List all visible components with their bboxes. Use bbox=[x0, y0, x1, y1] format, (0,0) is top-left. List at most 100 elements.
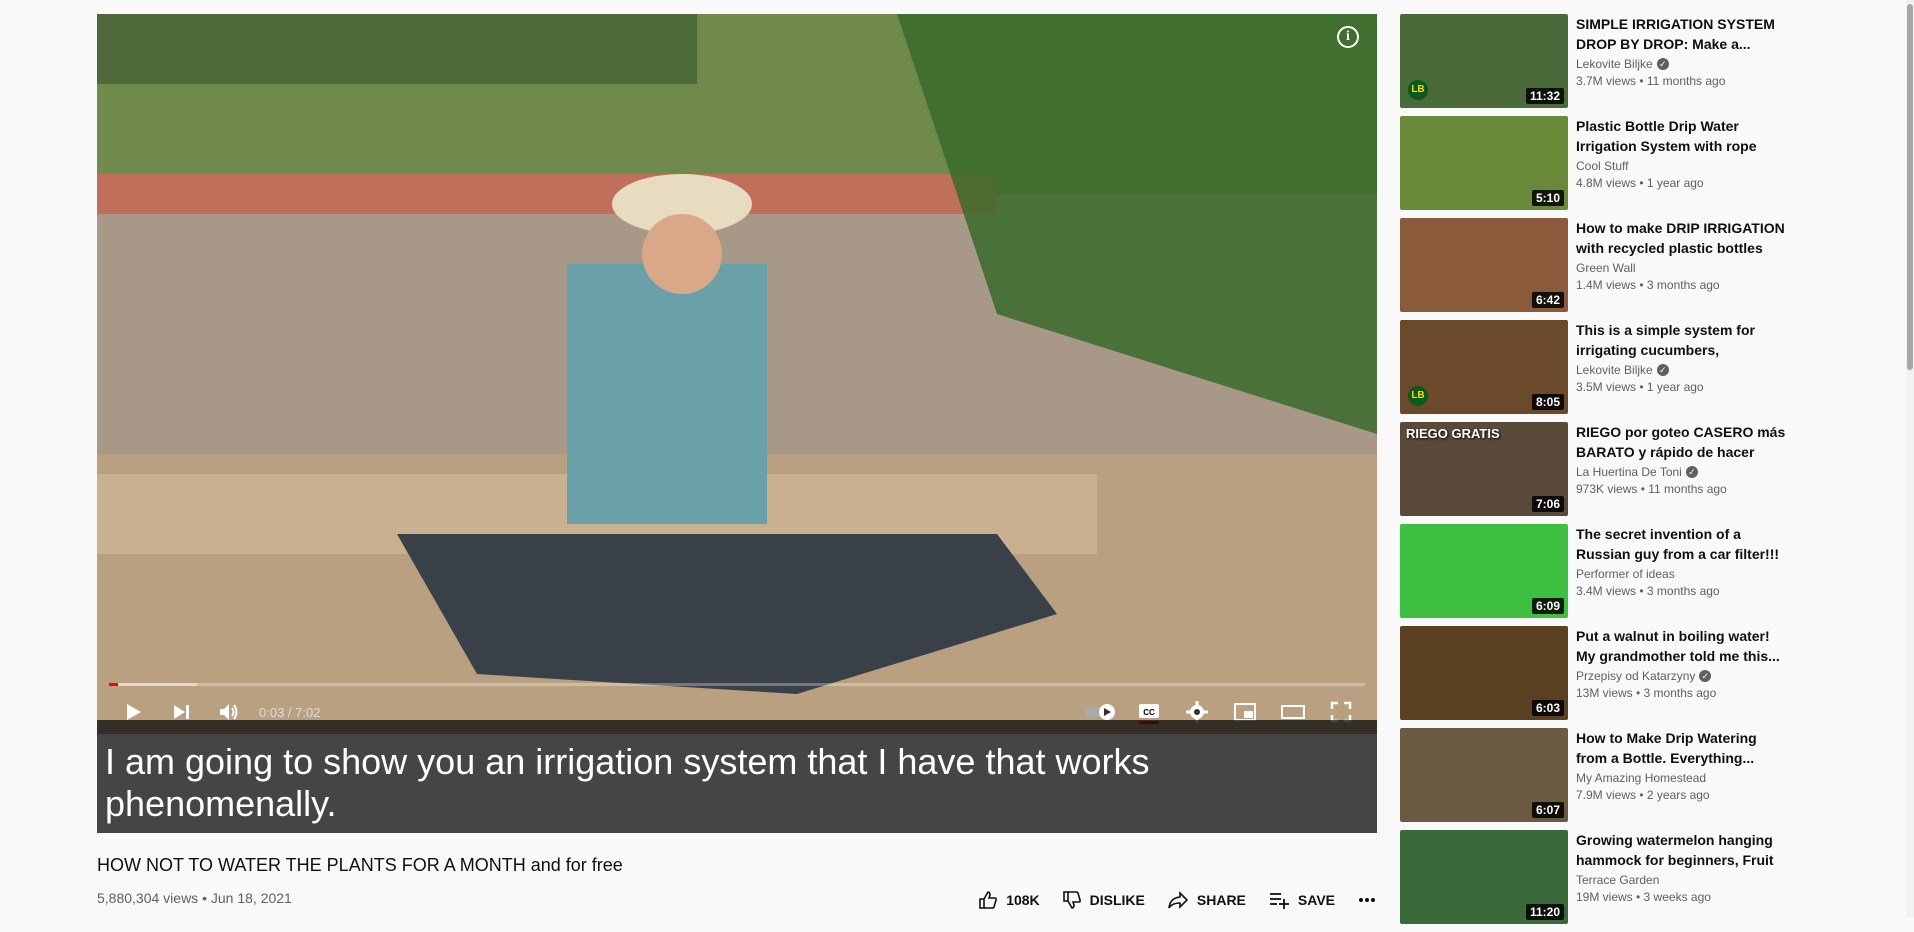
recommendation-info: SIMPLE IRRIGATION SYSTEM DROP BY DROP: M… bbox=[1576, 14, 1786, 116]
more-actions-icon[interactable] bbox=[1357, 890, 1377, 910]
share-button[interactable]: SHARE bbox=[1167, 890, 1246, 910]
recommendations-list: LB 11:32 SIMPLE IRRIGATION SYSTEM DROP B… bbox=[1400, 14, 1800, 932]
recommendation-thumbnail[interactable]: LB 8:05 bbox=[1400, 320, 1568, 414]
recommendation-item[interactable]: 6:07 How to Make Drip Watering from a Bo… bbox=[1400, 728, 1800, 830]
recommendation-info: RIEGO por goteo CASERO más BARATO y rápi… bbox=[1576, 422, 1786, 524]
recommendation-channel[interactable]: Cool Stuff bbox=[1576, 159, 1786, 173]
recommendation-title[interactable]: Put a walnut in boiling water! My grandm… bbox=[1576, 626, 1786, 666]
channel-name: Terrace Garden bbox=[1576, 873, 1660, 887]
save-button[interactable]: SAVE bbox=[1268, 890, 1335, 910]
duration-badge: 6:07 bbox=[1531, 802, 1564, 818]
recommendation-item[interactable]: 5:10 Plastic Bottle Drip Water Irrigatio… bbox=[1400, 116, 1800, 218]
channel-name: La Huertina De Toni bbox=[1576, 465, 1682, 479]
playlist-add-icon bbox=[1269, 893, 1289, 909]
recommendation-item[interactable]: RIEGO GRATIS 7:06 RIEGO por goteo CASERO… bbox=[1400, 422, 1800, 524]
recommendation-stats: 19M views • 3 weeks ago bbox=[1576, 890, 1711, 904]
dislike-label: DISLIKE bbox=[1089, 892, 1145, 908]
share-icon bbox=[1168, 891, 1189, 909]
progress-bar[interactable] bbox=[109, 683, 1365, 686]
recommendation-info: Put a walnut in boiling water! My grandm… bbox=[1576, 626, 1786, 728]
recommendation-stats: 7.9M views • 2 years ago bbox=[1576, 788, 1710, 802]
video-player[interactable]: i 0:03 / 7:02 CC bbox=[97, 14, 1377, 734]
recommendation-info: The secret invention of a Russian guy fr… bbox=[1576, 524, 1786, 626]
recommendation-thumbnail[interactable]: LB 11:32 bbox=[1400, 14, 1568, 108]
progress-fill bbox=[109, 683, 118, 686]
channel-name: Green Wall bbox=[1576, 261, 1636, 275]
recommendation-channel[interactable]: Terrace Garden bbox=[1576, 873, 1786, 887]
channel-name: Lekovite Biljke bbox=[1576, 57, 1653, 71]
view-count: 5,880,304 views bbox=[97, 890, 199, 906]
verified-icon: ✓ bbox=[1656, 364, 1669, 376]
duration: 7:02 bbox=[295, 704, 321, 720]
verified-icon: ✓ bbox=[1656, 58, 1669, 70]
recommendation-stats: 3.7M views • 11 months ago bbox=[1576, 74, 1726, 88]
recommendation-thumbnail[interactable]: 5:10 bbox=[1400, 116, 1568, 210]
duration-badge: 7:06 bbox=[1531, 496, 1564, 512]
channel-badge: LB bbox=[1408, 386, 1428, 406]
channel-name: Cool Stuff bbox=[1576, 159, 1629, 173]
recommendation-channel[interactable]: La Huertina De Toni ✓ bbox=[1576, 465, 1786, 479]
scrollbar-thumb[interactable] bbox=[1907, 4, 1913, 370]
progress-buffer bbox=[109, 683, 197, 686]
action-bar: 108K DISLIKE SHARE SAVE bbox=[978, 890, 1377, 910]
recommendation-channel[interactable]: Lekovite Biljke ✓ bbox=[1576, 57, 1786, 71]
recommendation-channel[interactable]: Lekovite Biljke ✓ bbox=[1576, 363, 1786, 377]
duration-badge: 11:20 bbox=[1525, 904, 1564, 920]
recommendation-stats: 1.4M views • 3 months ago bbox=[1576, 278, 1720, 292]
like-button[interactable]: 108K bbox=[978, 890, 1040, 910]
like-count: 108K bbox=[1006, 892, 1040, 908]
time-separator: / bbox=[284, 704, 296, 720]
recommendation-title[interactable]: The secret invention of a Russian guy fr… bbox=[1576, 524, 1786, 564]
recommendation-title[interactable]: Growing watermelon hanging hammock for b… bbox=[1576, 830, 1786, 870]
recommendation-thumbnail[interactable]: 11:20 bbox=[1400, 830, 1568, 924]
upload-date: Jun 18, 2021 bbox=[210, 890, 292, 906]
recommendation-stats: 973K views • 11 months ago bbox=[1576, 482, 1727, 496]
recommendation-channel[interactable]: Performer of ideas bbox=[1576, 567, 1786, 581]
recommendation-title[interactable]: How to make DRIP IRRIGATION with recycle… bbox=[1576, 218, 1786, 258]
info-icon[interactable]: i bbox=[1337, 26, 1359, 48]
thumbs-down-icon bbox=[1062, 891, 1081, 909]
recommendation-thumbnail[interactable]: RIEGO GRATIS 7:06 bbox=[1400, 422, 1568, 516]
scrollbar[interactable] bbox=[1906, 0, 1914, 917]
recommendation-channel[interactable]: Przepisy od Katarzyny ✓ bbox=[1576, 669, 1786, 683]
channel-name: My Amazing Homestead bbox=[1576, 771, 1707, 785]
video-title: HOW NOT TO WATER THE PLANTS FOR A MONTH … bbox=[97, 855, 623, 875]
video-meta: 5,880,304 views • Jun 18, 2021 bbox=[97, 890, 292, 906]
channel-name: Performer of ideas bbox=[1576, 567, 1675, 581]
dislike-button[interactable]: DISLIKE bbox=[1062, 890, 1145, 910]
recommendation-thumbnail[interactable]: 6:42 bbox=[1400, 218, 1568, 312]
svg-text:CC: CC bbox=[1143, 708, 1155, 717]
recommendation-item[interactable]: 6:03 Put a walnut in boiling water! My g… bbox=[1400, 626, 1800, 728]
caption-text: I am going to show you an irrigation sys… bbox=[97, 720, 1377, 833]
video-frame[interactable] bbox=[97, 14, 1377, 734]
recommendation-stats: 4.8M views • 1 year ago bbox=[1576, 176, 1704, 190]
thumbs-up-icon bbox=[979, 891, 998, 909]
recommendation-info: Plastic Bottle Drip Water Irrigation Sys… bbox=[1576, 116, 1786, 218]
recommendation-title[interactable]: This is a simple system for irrigating c… bbox=[1576, 320, 1786, 360]
recommendation-thumbnail[interactable]: 6:07 bbox=[1400, 728, 1568, 822]
recommendation-item[interactable]: LB 8:05 This is a simple system for irri… bbox=[1400, 320, 1800, 422]
duration-badge: 6:03 bbox=[1531, 700, 1564, 716]
recommendation-channel[interactable]: Green Wall bbox=[1576, 261, 1786, 275]
duration-badge: 5:10 bbox=[1531, 190, 1564, 206]
recommendation-thumbnail[interactable]: 6:09 bbox=[1400, 524, 1568, 618]
recommendation-info: How to make DRIP IRRIGATION with recycle… bbox=[1576, 218, 1786, 320]
recommendation-channel[interactable]: My Amazing Homestead bbox=[1576, 771, 1786, 785]
recommendation-info: This is a simple system for irrigating c… bbox=[1576, 320, 1786, 422]
duration-badge: 6:42 bbox=[1531, 292, 1564, 308]
channel-badge: LB bbox=[1408, 80, 1428, 100]
verified-icon: ✓ bbox=[1699, 670, 1712, 682]
recommendation-item[interactable]: LB 11:32 SIMPLE IRRIGATION SYSTEM DROP B… bbox=[1400, 14, 1800, 116]
recommendation-title[interactable]: SIMPLE IRRIGATION SYSTEM DROP BY DROP: M… bbox=[1576, 14, 1786, 54]
duration-badge: 6:09 bbox=[1531, 598, 1564, 614]
current-time: 0:03 bbox=[259, 704, 285, 720]
recommendation-title[interactable]: RIEGO por goteo CASERO más BARATO y rápi… bbox=[1576, 422, 1786, 462]
share-label: SHARE bbox=[1196, 892, 1246, 908]
recommendation-title[interactable]: How to Make Drip Watering from a Bottle.… bbox=[1576, 728, 1786, 768]
recommendation-item[interactable]: 6:42 How to make DRIP IRRIGATION with re… bbox=[1400, 218, 1800, 320]
recommendation-title[interactable]: Plastic Bottle Drip Water Irrigation Sys… bbox=[1576, 116, 1786, 156]
duration-badge: 8:05 bbox=[1531, 394, 1564, 410]
recommendation-thumbnail[interactable]: 6:03 bbox=[1400, 626, 1568, 720]
meta-separator: • bbox=[198, 890, 211, 906]
recommendation-item[interactable]: 6:09 The secret invention of a Russian g… bbox=[1400, 524, 1800, 626]
